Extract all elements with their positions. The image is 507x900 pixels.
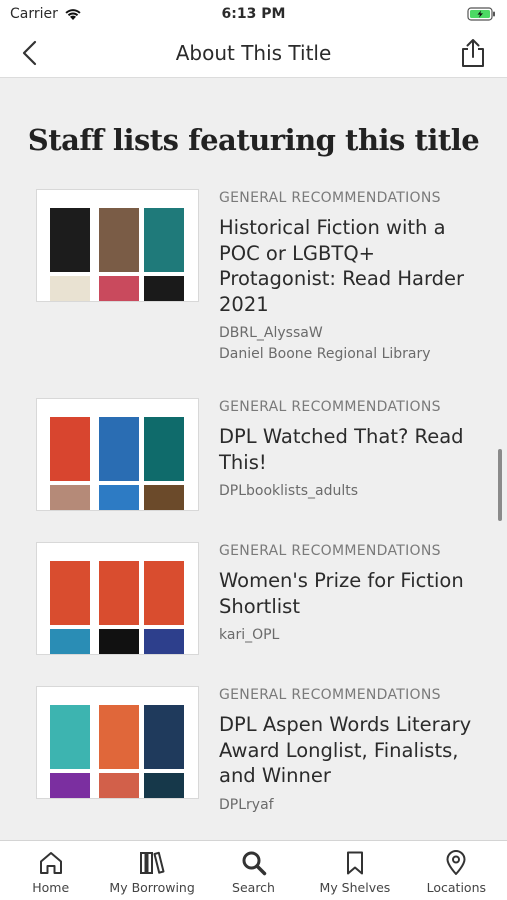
book-cover-image <box>99 276 139 301</box>
tab-label: Locations <box>426 880 487 895</box>
book-cover-image <box>99 773 139 798</box>
book-cover-image <box>99 561 139 625</box>
book-cover-image <box>99 208 139 272</box>
list-author[interactable]: DPLryaf <box>219 795 489 816</box>
tab-label: Search <box>232 880 275 895</box>
battery-icon <box>467 7 495 21</box>
book-cover-image <box>144 773 184 798</box>
list-meta: GENERAL RECOMMENDATIONS DPL Watched That?… <box>219 398 489 502</box>
list-cover-collage <box>36 686 199 799</box>
list-category: GENERAL RECOMMENDATIONS <box>219 687 441 703</box>
list-title[interactable]: DPL Watched That? Read This! <box>219 424 489 475</box>
tab-search[interactable]: Search <box>203 841 304 900</box>
location-pin-icon <box>446 850 466 875</box>
bookmark-icon <box>346 851 363 875</box>
tab-my-shelves[interactable]: My Shelves <box>304 841 405 900</box>
tab-my-borrowing[interactable]: My Borrowing <box>101 841 202 900</box>
list-meta: GENERAL RECOMMENDATIONS Historical Fictio… <box>219 189 489 365</box>
book-cover-image <box>50 276 90 301</box>
tab-label: My Shelves <box>319 880 391 895</box>
staff-list-item[interactable]: GENERAL RECOMMENDATIONS Women's Prize for… <box>0 542 507 672</box>
list-cover-collage <box>36 398 199 511</box>
book-cover-image <box>99 629 139 654</box>
list-cover-collage <box>36 189 199 302</box>
tab-bar: Home My Borrowing Search My Shelves Loca… <box>0 840 507 900</box>
staff-list-item[interactable]: GENERAL RECOMMENDATIONS DPL Watched That?… <box>0 398 507 528</box>
book-cover-image <box>50 773 90 798</box>
tab-locations[interactable]: Locations <box>406 841 507 900</box>
list-meta: GENERAL RECOMMENDATIONS DPL Aspen Words L… <box>219 686 489 816</box>
home-icon <box>39 852 62 874</box>
book-cover-image <box>144 561 184 625</box>
list-title[interactable]: Women's Prize for Fiction Shortlist <box>219 568 489 619</box>
book-cover-image <box>50 417 90 481</box>
list-cover-collage <box>36 542 199 655</box>
book-cover-image <box>144 208 184 272</box>
tab-label: My Borrowing <box>109 880 195 895</box>
list-title[interactable]: Historical Fiction with a POC or LGBTQ+ … <box>219 215 489 317</box>
books-icon <box>140 851 165 874</box>
wifi-icon <box>65 9 81 20</box>
section-title: Staff lists featuring this title <box>27 123 480 157</box>
staff-list-item[interactable]: GENERAL RECOMMENDATIONS DPL Aspen Words L… <box>0 686 507 816</box>
list-category: GENERAL RECOMMENDATIONS <box>219 399 441 415</box>
book-cover-image <box>50 705 90 769</box>
tab-label: Home <box>32 880 70 895</box>
book-cover-image <box>99 417 139 481</box>
page-title: About This Title <box>175 40 332 65</box>
book-cover-image <box>144 705 184 769</box>
status-bar: Carrier 6:13 PM <box>0 0 507 28</box>
navigation-bar: About This Title <box>0 28 507 78</box>
book-cover-image <box>144 276 184 301</box>
book-cover-image <box>144 485 184 510</box>
book-cover-image <box>50 485 90 510</box>
carrier-label: Carrier <box>10 6 58 22</box>
staff-list-item[interactable]: GENERAL RECOMMENDATIONS Historical Fictio… <box>0 189 507 369</box>
list-title[interactable]: DPL Aspen Words Literary Award Longlist,… <box>219 712 489 789</box>
back-chevron-icon[interactable] <box>18 40 44 66</box>
tab-home[interactable]: Home <box>0 841 101 900</box>
book-cover-image <box>99 705 139 769</box>
book-cover-image <box>50 208 90 272</box>
list-category: GENERAL RECOMMENDATIONS <box>219 190 441 206</box>
list-meta: GENERAL RECOMMENDATIONS Women's Prize for… <box>219 542 489 646</box>
book-cover-image <box>144 417 184 481</box>
status-time: 6:13 PM <box>221 6 286 22</box>
book-cover-image <box>99 485 139 510</box>
list-author[interactable]: DBRL_AlyssaW <box>219 323 489 344</box>
content-area[interactable]: Staff lists featuring this title GENERAL… <box>0 79 507 840</box>
book-cover-image <box>50 629 90 654</box>
book-cover-image <box>144 629 184 654</box>
list-author[interactable]: kari_OPL <box>219 625 489 646</box>
list-author[interactable]: DPLbooklists_adults <box>219 481 489 502</box>
list-category: GENERAL RECOMMENDATIONS <box>219 543 441 559</box>
search-icon <box>242 851 266 876</box>
scroll-indicator[interactable] <box>498 449 502 521</box>
list-library: Daniel Boone Regional Library <box>219 346 431 362</box>
book-cover-image <box>50 561 90 625</box>
share-icon[interactable] <box>459 38 487 68</box>
